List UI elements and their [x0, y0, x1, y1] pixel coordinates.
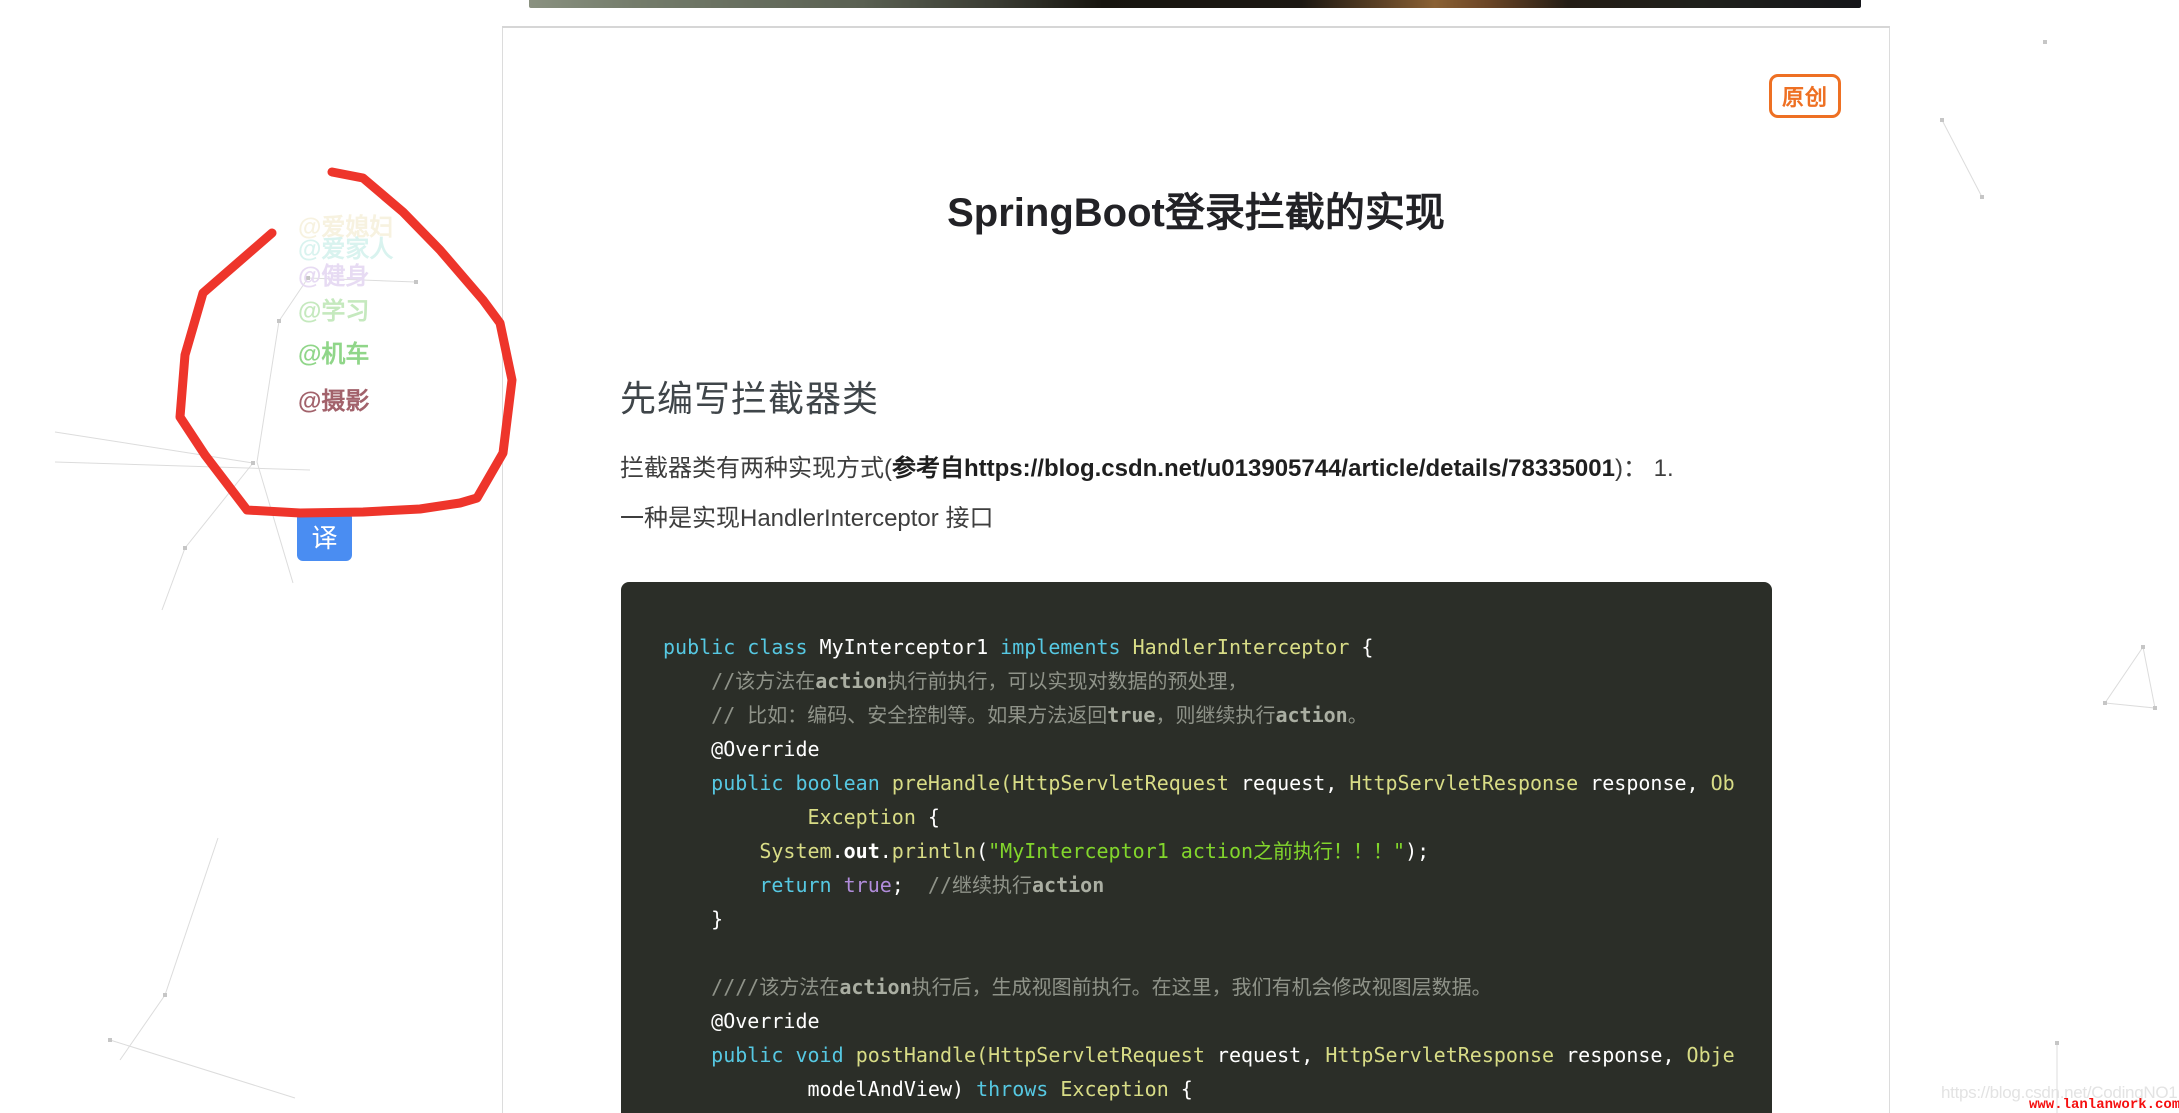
tag-5[interactable]: @机车	[298, 334, 369, 369]
code-line: public boolean preHandle(HttpServletRequ…	[663, 766, 1772, 800]
code-line: ////该方法在action执行后，生成视图前执行。在这里，我们有机会修改视图层…	[663, 970, 1772, 1004]
page: 原创 SpringBoot登录拦截的实现 @爱媳妇@爱家人@健身@学习@机车@摄…	[0, 0, 2179, 1113]
card-left-border	[502, 28, 503, 1113]
code-line: public class MyInterceptor1 implements H…	[663, 630, 1772, 664]
code-line: @Override	[663, 732, 1772, 766]
paragraph-line-2: 一种是实现HandlerInterceptor 接口	[620, 494, 1810, 544]
code-line: Exception {	[663, 800, 1772, 834]
code-line: @Override	[663, 1004, 1772, 1038]
code-block[interactable]: public class MyInterceptor1 implements H…	[621, 582, 1772, 1113]
code-line	[663, 936, 1772, 970]
tag-6[interactable]: @摄影	[298, 381, 369, 416]
code-line: // 比如：编码、安全控制等。如果方法返回true，则继续执行action。	[663, 698, 1772, 732]
code-line: //该方法在action执行前执行，可以实现对数据的预处理，	[663, 664, 1772, 698]
reference-url-bold: 参考自https://blog.csdn.net/u013905744/arti…	[892, 455, 1615, 482]
cover-image-strip	[529, 0, 1861, 8]
tag-3[interactable]: @健身	[298, 256, 369, 291]
original-badge: 原创	[1769, 74, 1841, 118]
article-title: SpringBoot登录拦截的实现	[560, 180, 1832, 238]
code-line: modelAndView) throws Exception {	[663, 1072, 1772, 1106]
code-line: System.out.println("MyInterceptor1 actio…	[663, 834, 1772, 868]
intro-paragraph: 拦截器类有两种实现方式(参考自https://blog.csdn.net/u01…	[620, 444, 1810, 544]
tag-4[interactable]: @学习	[298, 291, 369, 326]
watermark-site-url: www.lanlanwork.com	[2029, 1097, 2179, 1113]
translate-button[interactable]: 译	[297, 512, 352, 561]
card-top-divider	[502, 26, 1890, 28]
code-line: }	[663, 902, 1772, 936]
card-right-border	[1889, 28, 1890, 1113]
paragraph-line-1: 拦截器类有两种实现方式(参考自https://blog.csdn.net/u01…	[620, 444, 1810, 494]
code-line: return true; //继续执行action	[663, 868, 1772, 902]
code-line: public void postHandle(HttpServletReques…	[663, 1038, 1772, 1072]
section-heading: 先编写拦截器类	[620, 370, 879, 422]
